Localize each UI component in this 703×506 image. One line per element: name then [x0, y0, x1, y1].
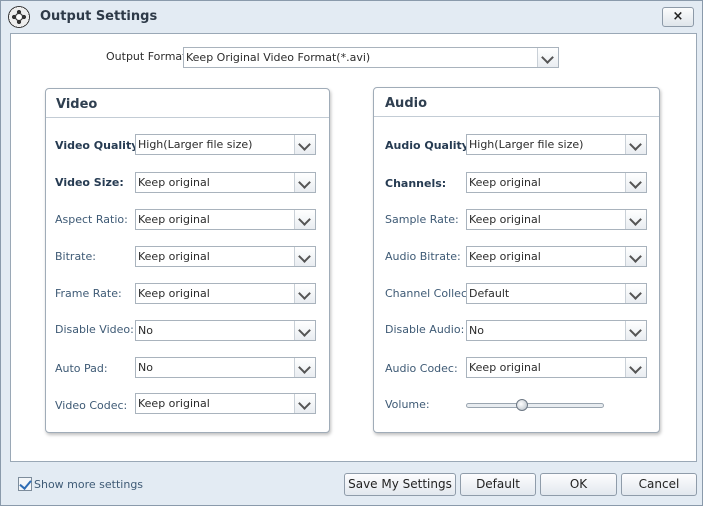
chevron-down-icon[interactable]: [294, 358, 315, 377]
chevron-down-icon[interactable]: [294, 284, 315, 303]
video-codec-label: Video Codec:: [55, 399, 128, 412]
audio-quality-value: High(Larger file size): [469, 138, 584, 151]
output-format-value: Keep Original Video Format(*.avi): [186, 51, 371, 64]
disable-video-label: Disable Video:: [55, 323, 134, 336]
channels-select[interactable]: Keep original: [466, 172, 647, 193]
video-codec-select[interactable]: Keep original: [135, 393, 316, 414]
audio-bitrate-label: Audio Bitrate:: [385, 250, 461, 263]
aspect-ratio-select[interactable]: Keep original: [135, 209, 316, 230]
bitrate-value: Keep original: [138, 250, 210, 263]
video-size-label: Video Size:: [55, 176, 124, 189]
video-quality-value: High(Larger file size): [138, 138, 253, 151]
sample-rate-label: Sample Rate:: [385, 213, 459, 226]
disable-video-value: No: [138, 324, 153, 337]
chevron-down-icon[interactable]: [294, 135, 315, 154]
output-settings-window: Output Settings × Output Format: Keep Or…: [0, 0, 703, 506]
disable-audio-value: No: [469, 324, 484, 337]
save-my-settings-button[interactable]: Save My Settings: [344, 473, 456, 496]
chevron-down-icon[interactable]: [625, 135, 646, 154]
chevron-down-icon[interactable]: [625, 321, 646, 340]
frame-rate-value: Keep original: [138, 287, 210, 300]
chevron-down-icon[interactable]: [294, 394, 315, 413]
show-more-settings-checkbox[interactable]: [18, 477, 32, 491]
audio-codec-value: Keep original: [469, 361, 541, 374]
chevron-down-icon[interactable]: [537, 48, 558, 67]
film-reel-icon: [8, 6, 30, 28]
cancel-button[interactable]: Cancel: [621, 473, 697, 496]
chevron-down-icon[interactable]: [625, 173, 646, 192]
auto-pad-select[interactable]: No: [135, 357, 316, 378]
audio-quality-select[interactable]: High(Larger file size): [466, 134, 647, 155]
video-group-divider: [46, 117, 329, 118]
volume-slider-track[interactable]: [466, 403, 604, 408]
audio-codec-select[interactable]: Keep original: [466, 357, 647, 378]
aspect-ratio-label: Aspect Ratio:: [55, 213, 128, 226]
audio-bitrate-value: Keep original: [469, 250, 541, 263]
frame-rate-label: Frame Rate:: [55, 287, 122, 300]
chevron-down-icon[interactable]: [294, 321, 315, 340]
audio-group-title: Audio: [385, 96, 428, 111]
audio-group-divider: [374, 116, 659, 117]
video-size-value: Keep original: [138, 176, 210, 189]
video-group-title: Video: [56, 97, 98, 112]
show-more-settings-label[interactable]: Show more settings: [34, 478, 143, 491]
auto-pad-value: No: [138, 361, 153, 374]
chevron-down-icon[interactable]: [294, 247, 315, 266]
disable-audio-select[interactable]: No: [466, 320, 647, 341]
chevron-down-icon[interactable]: [625, 358, 646, 377]
video-codec-value: Keep original: [138, 397, 210, 410]
channel-collect-label: Channel Collect:: [385, 287, 476, 300]
bitrate-select[interactable]: Keep original: [135, 246, 316, 267]
chevron-down-icon[interactable]: [625, 284, 646, 303]
output-format-select[interactable]: Keep Original Video Format(*.avi): [183, 47, 559, 68]
chevron-down-icon[interactable]: [625, 210, 646, 229]
channels-label: Channels:: [385, 177, 447, 190]
channels-value: Keep original: [469, 176, 541, 189]
auto-pad-label: Auto Pad:: [55, 362, 108, 375]
channel-collect-select[interactable]: Default: [466, 283, 647, 304]
aspect-ratio-value: Keep original: [138, 213, 210, 226]
disable-video-select[interactable]: No: [135, 320, 316, 341]
disable-audio-label: Disable Audio:: [385, 323, 465, 336]
chevron-down-icon[interactable]: [294, 210, 315, 229]
chevron-down-icon[interactable]: [294, 173, 315, 192]
output-format-label: Output Format:: [106, 50, 191, 63]
default-button[interactable]: Default: [460, 473, 536, 496]
frame-rate-select[interactable]: Keep original: [135, 283, 316, 304]
channel-collect-value: Default: [469, 287, 510, 300]
title-bar: Output Settings ×: [1, 1, 702, 33]
audio-bitrate-select[interactable]: Keep original: [466, 246, 647, 267]
audio-quality-label: Audio Quality:: [385, 139, 474, 152]
video-size-select[interactable]: Keep original: [135, 172, 316, 193]
volume-label: Volume:: [385, 398, 430, 411]
chevron-down-icon[interactable]: [625, 247, 646, 266]
close-button[interactable]: ×: [662, 7, 694, 27]
sample-rate-select[interactable]: Keep original: [466, 209, 647, 230]
audio-codec-label: Audio Codec:: [385, 362, 458, 375]
sample-rate-value: Keep original: [469, 213, 541, 226]
bitrate-label: Bitrate:: [55, 250, 96, 263]
video-quality-select[interactable]: High(Larger file size): [135, 134, 316, 155]
ok-button[interactable]: OK: [540, 473, 617, 496]
window-title: Output Settings: [40, 9, 158, 24]
video-quality-label: Video Quality:: [55, 139, 143, 152]
